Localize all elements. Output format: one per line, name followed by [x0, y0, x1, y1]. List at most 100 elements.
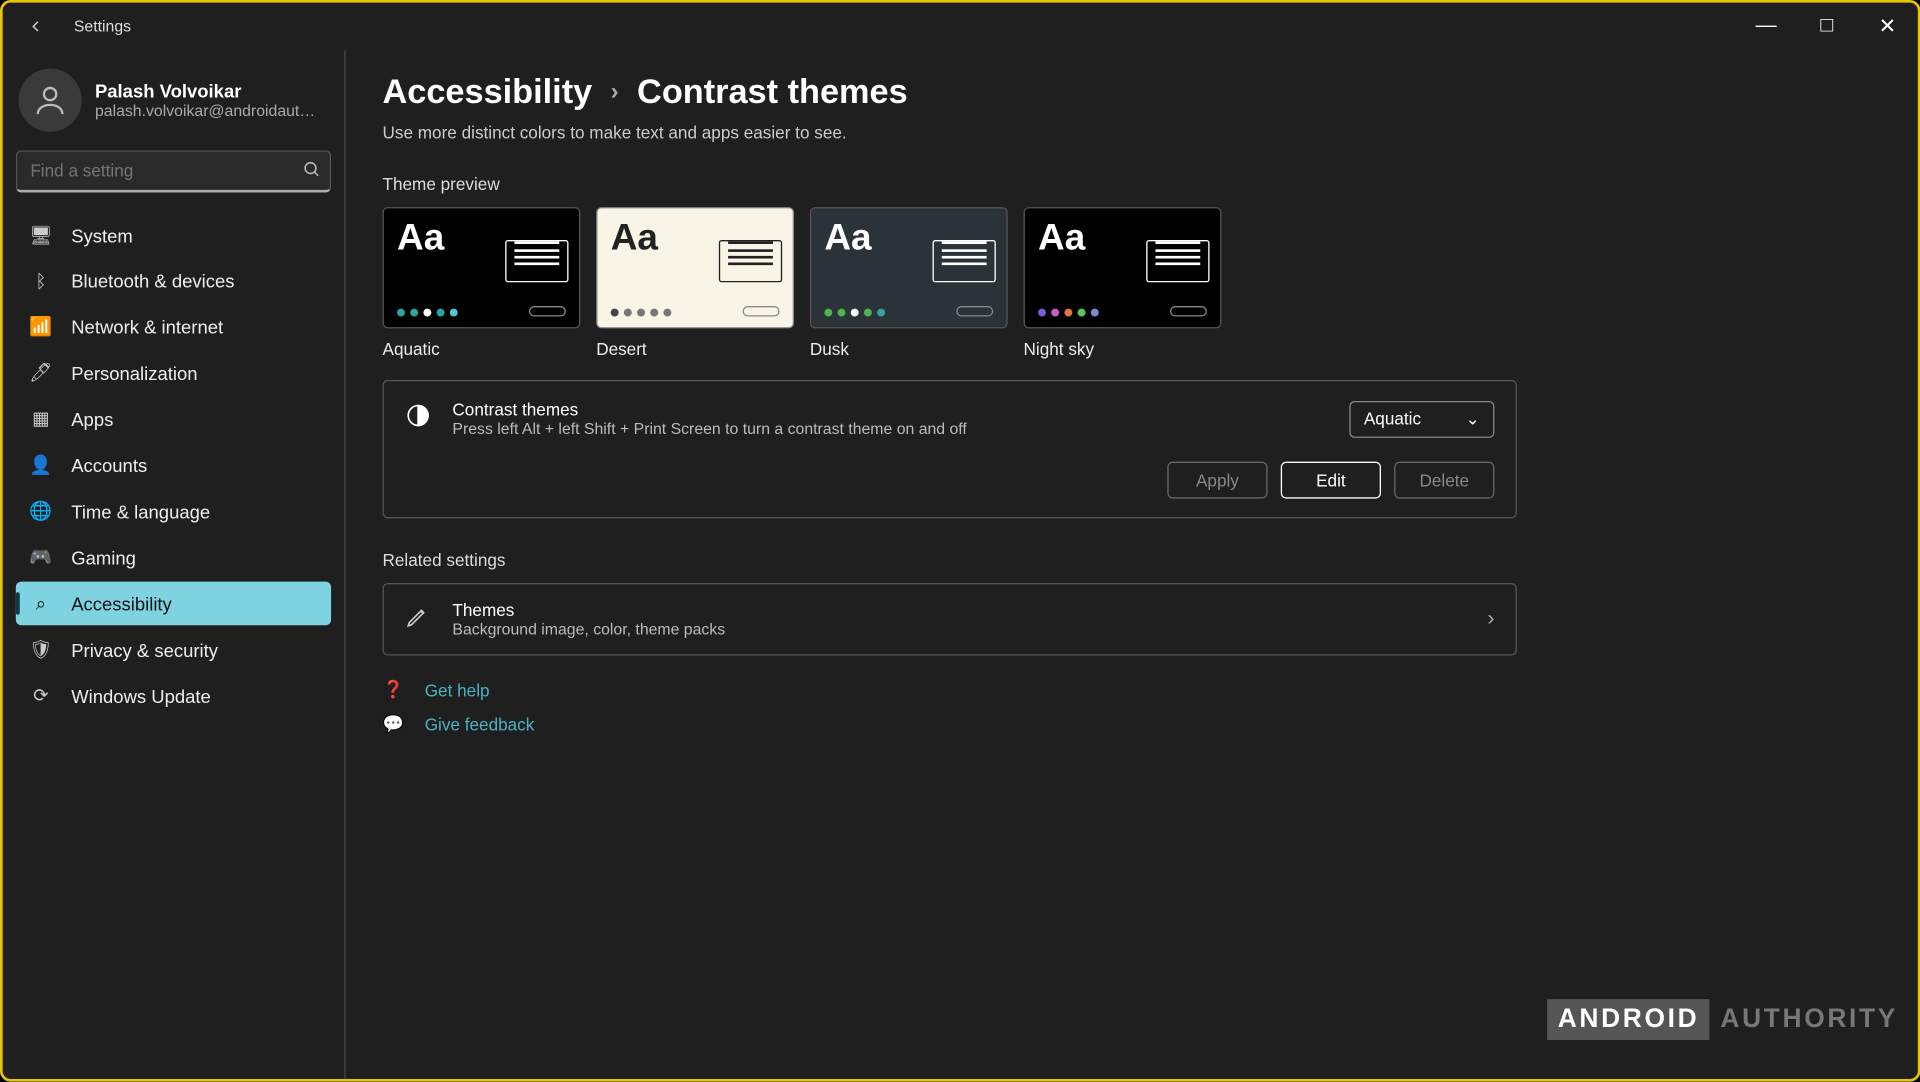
- contrast-subtitle: Press left Alt + left Shift + Print Scre…: [452, 419, 1328, 437]
- sidebar-item-accessibility[interactable]: ⌕ Accessibility: [16, 582, 331, 626]
- preview-palette: [397, 309, 458, 317]
- avatar-icon: [18, 69, 81, 132]
- chevron-right-icon: ›: [1487, 607, 1494, 631]
- sidebar-item-update[interactable]: ⟳ Windows Update: [16, 674, 331, 718]
- bluetooth-icon: ᛒ: [29, 270, 53, 291]
- privacy-icon: 🛡: [29, 638, 53, 660]
- main-panel: Accessibility › Contrast themes Use more…: [346, 50, 1918, 1079]
- close-button[interactable]: ✕: [1857, 3, 1918, 50]
- sidebar-item-label: System: [71, 225, 133, 246]
- sidebar: Palash Volvoikar palash.volvoikar@androi…: [3, 50, 346, 1079]
- watermark-boxed: ANDROID: [1547, 999, 1710, 1040]
- sidebar-item-gaming[interactable]: 🎮 Gaming: [16, 536, 331, 580]
- sidebar-item-label: Accounts: [71, 454, 147, 475]
- watermark-plain: AUTHORITY: [1720, 1004, 1898, 1034]
- theme-preview-dusk[interactable]: Aa: [810, 207, 1008, 328]
- system-icon: 🖥: [29, 224, 53, 246]
- themes-link-card[interactable]: Themes Background image, color, theme pa…: [383, 583, 1517, 656]
- theme-label: Dusk: [810, 339, 1008, 359]
- preview-palette: [1038, 309, 1099, 317]
- user-name: Palash Volvoikar: [95, 80, 319, 101]
- preview-pill: [1170, 306, 1207, 317]
- related-subtitle: Background image, color, theme packs: [452, 620, 1466, 638]
- sidebar-item-label: Personalization: [71, 362, 197, 383]
- gaming-icon: 🎮: [29, 546, 53, 568]
- contrast-themes-card: Contrast themes Press left Alt + left Sh…: [383, 380, 1517, 518]
- edit-button[interactable]: Edit: [1281, 462, 1381, 499]
- breadcrumb-current: Contrast themes: [637, 71, 908, 112]
- theme-preview-aquatic[interactable]: Aa: [383, 207, 581, 328]
- sidebar-item-accounts[interactable]: 👤 Accounts: [16, 443, 331, 487]
- user-profile[interactable]: Palash Volvoikar palash.volvoikar@androi…: [16, 63, 331, 142]
- breadcrumb: Accessibility › Contrast themes: [383, 71, 1881, 112]
- back-button[interactable]: [11, 3, 61, 50]
- contrast-icon: [405, 402, 431, 435]
- sidebar-item-personalization[interactable]: 🖊 Personalization: [16, 351, 331, 395]
- search-icon: [302, 160, 320, 185]
- theme-select-value: Aquatic: [1364, 409, 1421, 429]
- sidebar-item-label: Privacy & security: [71, 639, 218, 660]
- preview-palette: [611, 309, 672, 317]
- get-help-link[interactable]: Get help: [425, 680, 490, 700]
- preview-pill: [743, 306, 780, 317]
- title-bar: Settings — □ ✕: [3, 3, 1918, 50]
- sidebar-item-label: Gaming: [71, 547, 136, 568]
- sidebar-item-label: Apps: [71, 408, 113, 429]
- sidebar-item-label: Windows Update: [71, 685, 211, 706]
- breadcrumb-parent[interactable]: Accessibility: [383, 71, 593, 112]
- sidebar-item-label: Accessibility: [71, 593, 172, 614]
- theme-preview-night-sky[interactable]: Aa: [1024, 207, 1222, 328]
- sidebar-item-bluetooth[interactable]: ᛒ Bluetooth & devices: [16, 260, 331, 302]
- personalization-icon: 🖊: [29, 361, 53, 383]
- preview-pill: [529, 306, 566, 317]
- theme-select[interactable]: Aquatic ⌄: [1349, 400, 1494, 437]
- theme-label: Night sky: [1024, 339, 1222, 359]
- preview-window-icon: [505, 240, 568, 282]
- watermark: ANDROID AUTHORITY: [1547, 999, 1898, 1040]
- search-container: [16, 150, 331, 192]
- nav-list: 🖥 System ᛒ Bluetooth & devices 📶 Network & in…: [16, 214, 331, 718]
- help-icon: ❓: [383, 679, 407, 700]
- accounts-icon: 👤: [29, 454, 53, 476]
- app-title: Settings: [74, 17, 131, 35]
- related-settings-heading: Related settings: [383, 550, 1881, 570]
- contrast-title: Contrast themes: [452, 400, 1328, 420]
- page-description: Use more distinct colors to make text an…: [383, 123, 1881, 143]
- brush-icon: [405, 603, 431, 636]
- preview-pill: [956, 306, 993, 317]
- sidebar-item-apps[interactable]: ▦ Apps: [16, 397, 331, 441]
- preview-palette: [824, 309, 885, 317]
- accessibility-icon: ⌕: [29, 592, 53, 614]
- feedback-icon: 💬: [383, 714, 407, 735]
- sidebar-item-time[interactable]: 🌐 Time & language: [16, 489, 331, 533]
- theme-preview-desert[interactable]: Aa: [596, 207, 794, 328]
- apply-button[interactable]: Apply: [1167, 462, 1267, 499]
- settings-window: Settings — □ ✕ Palash Volvoikar palash.v…: [0, 0, 1920, 1082]
- delete-button[interactable]: Delete: [1394, 462, 1494, 499]
- minimize-button[interactable]: —: [1736, 3, 1797, 50]
- sidebar-item-label: Bluetooth & devices: [71, 270, 234, 291]
- chevron-right-icon: ›: [611, 78, 619, 106]
- related-title: Themes: [452, 600, 1466, 620]
- get-help-row: ❓ Get help: [383, 679, 1881, 700]
- preview-window-icon: [719, 240, 782, 282]
- preview-window-icon: [1146, 240, 1209, 282]
- sidebar-item-label: Network & internet: [71, 316, 223, 337]
- time-icon: 🌐: [29, 500, 53, 522]
- network-icon: 📶: [29, 315, 53, 337]
- apps-icon: ▦: [29, 408, 53, 430]
- theme-previews: Aa Aquatic Aa Desert Aa Dusk Aa Night sk…: [383, 207, 1881, 359]
- search-input[interactable]: [16, 150, 331, 192]
- theme-label: Desert: [596, 339, 794, 359]
- sidebar-item-label: Time & language: [71, 501, 210, 522]
- user-email: palash.volvoikar@androidauthority....: [95, 102, 319, 120]
- theme-preview-heading: Theme preview: [383, 174, 1881, 194]
- maximize-button[interactable]: □: [1796, 3, 1857, 50]
- theme-label: Aquatic: [383, 339, 581, 359]
- update-icon: ⟳: [29, 685, 53, 707]
- sidebar-item-system[interactable]: 🖥 System: [16, 214, 331, 258]
- give-feedback-link[interactable]: Give feedback: [425, 714, 535, 734]
- feedback-row: 💬 Give feedback: [383, 714, 1881, 735]
- sidebar-item-network[interactable]: 📶 Network & internet: [16, 305, 331, 349]
- sidebar-item-privacy[interactable]: 🛡 Privacy & security: [16, 628, 331, 672]
